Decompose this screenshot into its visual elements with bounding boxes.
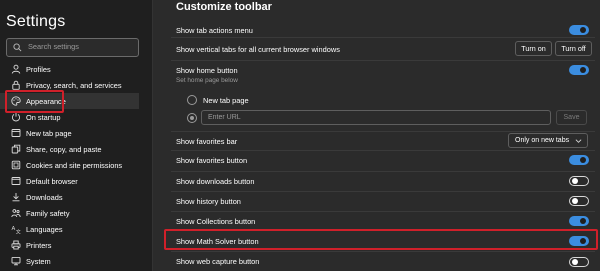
search-icon: [13, 43, 22, 52]
settings-app: Settings Search settings Profiles Privac…: [0, 0, 600, 271]
row-downloads-button: Show downloads button: [153, 172, 600, 191]
row-collections-button: Show Collections button: [153, 212, 600, 230]
languages-icon: A 文: [12, 226, 21, 234]
download-icon: [12, 193, 20, 202]
sidebar-item-on-startup[interactable]: On startup: [0, 109, 152, 125]
favorites-bar-dropdown[interactable]: Only on new tabs: [508, 133, 588, 148]
sidebar-item-label: Privacy, search, and services: [26, 80, 122, 90]
family-icon: [11, 209, 21, 218]
row-label: Show vertical tabs for all current brows…: [176, 45, 340, 54]
cookies-icon: [11, 160, 21, 170]
sidebar-item-default-browser[interactable]: Default browser: [0, 173, 152, 189]
profile-icon: [11, 64, 21, 74]
sidebar-item-label: Default browser: [26, 176, 78, 186]
sidebar-item-label: On startup: [26, 112, 61, 122]
turn-on-button[interactable]: Turn on: [515, 41, 552, 56]
sidebar: Settings Search settings Profiles Privac…: [0, 0, 152, 271]
row-label: Show Collections button: [176, 217, 256, 226]
row-math-solver-button: Show Math Solver button: [153, 231, 600, 251]
power-icon: [11, 112, 21, 122]
sidebar-item-label: New tab page: [26, 128, 72, 138]
sidebar-item-label: Downloads: [26, 192, 63, 202]
history-button-toggle[interactable]: [569, 196, 589, 206]
svg-text:文: 文: [16, 228, 21, 234]
sidebar-item-label: Languages: [26, 224, 63, 234]
web-capture-button-toggle[interactable]: [569, 257, 589, 267]
row-web-capture-button: Show web capture button: [153, 252, 600, 271]
save-button[interactable]: Save: [556, 110, 587, 125]
sidebar-item-family-safety[interactable]: Family safety: [0, 205, 152, 221]
favorites-button-toggle[interactable]: [569, 155, 589, 165]
chevron-down-icon: [575, 139, 582, 143]
sidebar-item-label: Share, copy, and paste: [26, 144, 102, 154]
sidebar-item-profiles[interactable]: Profiles: [0, 61, 152, 77]
sidebar-item-label: Family safety: [26, 208, 70, 218]
tab-actions-toggle[interactable]: [569, 25, 589, 35]
sidebar-item-privacy[interactable]: Privacy, search, and services: [0, 77, 152, 93]
sidebar-item-system[interactable]: System: [0, 253, 152, 269]
row-label: Show history button: [176, 197, 241, 206]
row-home-button: Show home button Set home page below New…: [153, 61, 600, 131]
turn-off-button[interactable]: Turn off: [555, 41, 592, 56]
new-tab-page-radio[interactable]: [187, 95, 197, 105]
row-label: Show Math Solver button: [176, 237, 259, 246]
url-placeholder: Enter URL: [208, 114, 241, 121]
sidebar-item-languages[interactable]: A 文 Languages: [0, 221, 152, 237]
row-vertical-tabs: Show vertical tabs for all current brows…: [153, 38, 600, 60]
new-tab-page-label: New tab page: [203, 96, 249, 105]
sidebar-item-label: Profiles: [26, 64, 51, 74]
row-label: Show favorites bar: [176, 137, 238, 146]
sidebar-item-label: System: [26, 256, 51, 266]
system-icon: [11, 256, 21, 266]
dropdown-value: Only on new tabs: [515, 137, 570, 144]
share-icon: [11, 144, 21, 154]
sidebar-item-downloads[interactable]: Downloads: [0, 189, 152, 205]
sidebar-item-appearance[interactable]: Appearance: [0, 93, 139, 109]
sidebar-item-label: Cookies and site permissions: [26, 160, 123, 170]
url-radio[interactable]: [187, 113, 197, 123]
downloads-button-toggle[interactable]: [569, 176, 589, 186]
sidebar-item-new-tab-page[interactable]: New tab page: [0, 125, 152, 141]
printer-icon: [11, 240, 21, 250]
home-button-toggle[interactable]: [569, 65, 589, 75]
browser-icon: [11, 177, 21, 185]
row-label: Show tab actions menu: [176, 26, 253, 35]
main-content: Customize toolbar Show tab actions menu …: [153, 0, 600, 271]
search-input[interactable]: Search settings: [6, 38, 139, 57]
palette-icon: [11, 96, 21, 106]
sidebar-item-label: Printers: [26, 240, 52, 250]
sidebar-item-cookies[interactable]: Cookies and site permissions: [0, 157, 152, 173]
sidebar-item-label: Appearance: [26, 96, 66, 106]
new-tab-icon: [11, 129, 21, 137]
row-label: Show downloads button: [176, 177, 255, 186]
row-sublabel: Set home page below: [176, 77, 238, 84]
sidebar-item-printers[interactable]: Printers: [0, 237, 152, 253]
section-title: Customize toolbar: [176, 1, 272, 13]
row-favorites-button: Show favorites button: [153, 151, 600, 171]
row-label: Show favorites button: [176, 156, 248, 165]
page-title: Settings: [6, 13, 66, 30]
row-label: Show home button: [176, 66, 238, 75]
lock-icon: [12, 80, 20, 90]
sidebar-nav: Profiles Privacy, search, and services A…: [0, 61, 152, 269]
math-solver-button-toggle[interactable]: [569, 236, 589, 246]
sidebar-item-share-copy-paste[interactable]: Share, copy, and paste: [0, 141, 152, 157]
search-placeholder: Search settings: [28, 42, 79, 51]
row-history-button: Show history button: [153, 192, 600, 211]
row-favorites-bar: Show favorites bar Only on new tabs: [153, 132, 600, 150]
row-label: Show web capture button: [176, 257, 260, 266]
collections-button-toggle[interactable]: [569, 216, 589, 226]
home-url-input[interactable]: Enter URL: [201, 110, 551, 125]
